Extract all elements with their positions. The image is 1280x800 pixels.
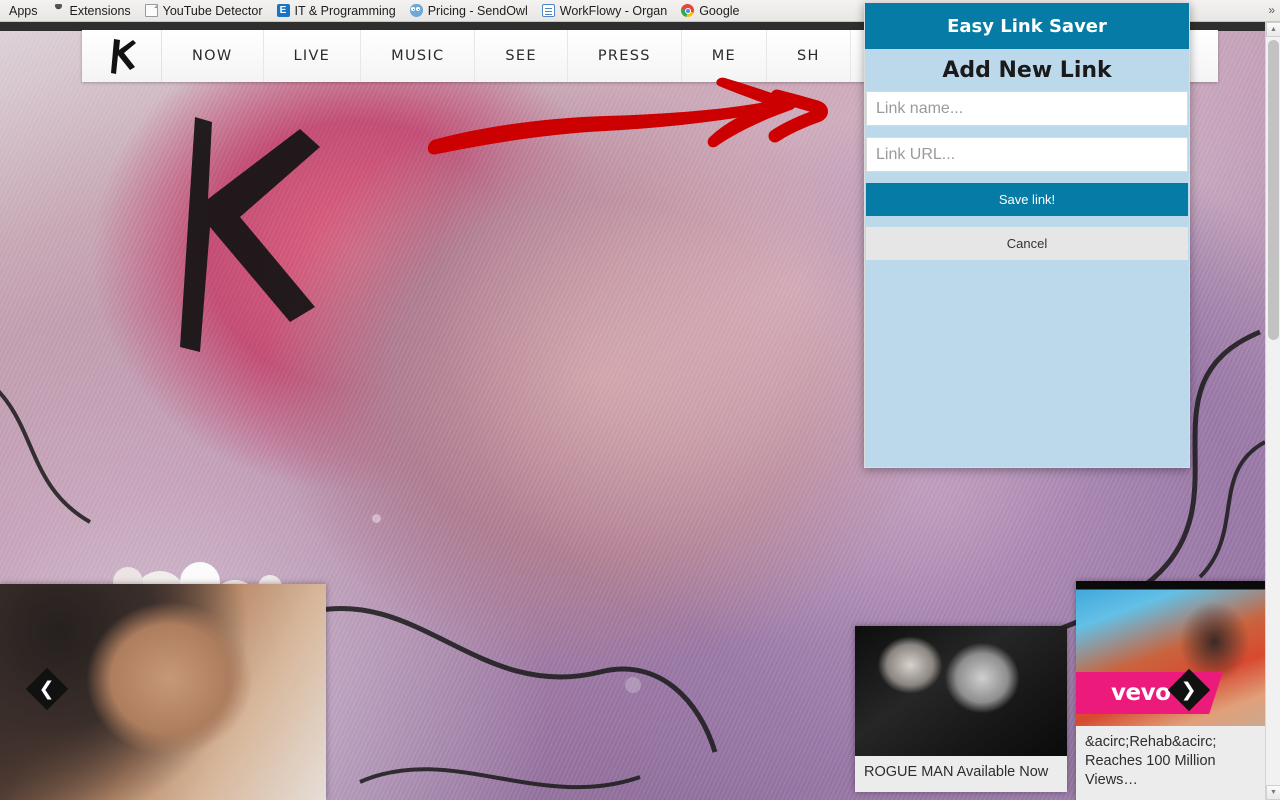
rihanna-logo-icon bbox=[110, 39, 136, 74]
thumbnail-caption: &acirc;Rehab&acirc; Reaches 100 Million … bbox=[1085, 734, 1217, 788]
bookmark-label: WorkFlowy - Organ bbox=[559, 3, 668, 18]
easy-link-saver-popup: Easy Link Saver Add New Link Save link! … bbox=[864, 2, 1190, 468]
link-url-input[interactable] bbox=[866, 137, 1188, 172]
nav-item-music[interactable]: MUSIC bbox=[361, 30, 476, 82]
bookmark-sendowl[interactable]: Pricing - SendOwl bbox=[403, 1, 535, 21]
evernote-tile-icon: E bbox=[276, 4, 290, 17]
puzzle-icon bbox=[51, 4, 65, 17]
nav-item-shop[interactable]: SH bbox=[767, 30, 851, 82]
list-tile-icon bbox=[541, 4, 555, 17]
bookmark-apps[interactable]: Apps bbox=[2, 1, 45, 21]
vevo-badge-label: vevo bbox=[1111, 680, 1171, 706]
bookmark-label: IT & Programming bbox=[294, 3, 396, 18]
bookmark-label: YouTube Detector bbox=[162, 3, 263, 18]
cancel-button[interactable]: Cancel bbox=[866, 227, 1188, 260]
chrome-icon bbox=[681, 4, 695, 17]
carousel-next-label: ❯ bbox=[1181, 678, 1197, 701]
site-logo[interactable] bbox=[82, 30, 162, 82]
document-icon bbox=[144, 4, 158, 17]
decorative-squiggle bbox=[309, 605, 718, 790]
bookmark-workflowy[interactable]: WorkFlowy - Organ bbox=[535, 1, 674, 21]
carousel-thumbnail-rogue-man[interactable]: ROGUE MAN Available Now bbox=[855, 626, 1067, 792]
link-name-input[interactable] bbox=[866, 91, 1188, 126]
screen: Apps Extensions YouTube Detector E IT & … bbox=[0, 0, 1280, 800]
nav-item-press[interactable]: PRESS bbox=[568, 30, 682, 82]
thumbnail-image bbox=[855, 626, 1067, 756]
bookmark-label: Extensions bbox=[69, 3, 131, 18]
thumbnail-image: vevo bbox=[1076, 581, 1268, 726]
rogue-man-photo bbox=[855, 626, 1067, 756]
decorative-squiggle bbox=[0, 390, 91, 524]
bookmark-google[interactable]: Google bbox=[674, 1, 746, 21]
rihanna-r-watermark bbox=[180, 117, 320, 352]
thumbnail-caption: ROGUE MAN Available Now bbox=[864, 764, 1049, 780]
bookmark-extensions[interactable]: Extensions bbox=[45, 1, 138, 21]
scroll-up-button[interactable]: ▲ bbox=[1266, 22, 1280, 37]
bookmark-label: Pricing - SendOwl bbox=[427, 3, 528, 18]
bookmark-youtube-detector[interactable]: YouTube Detector bbox=[138, 1, 270, 21]
nav-item-now[interactable]: NOW bbox=[162, 30, 264, 82]
popup-title: Easy Link Saver bbox=[865, 3, 1189, 49]
owl-icon bbox=[409, 4, 423, 17]
bookmarks-overflow-button[interactable]: » bbox=[1268, 3, 1275, 17]
nav-item-see[interactable]: SEE bbox=[475, 30, 568, 82]
nav-item-live[interactable]: LIVE bbox=[264, 30, 362, 82]
bookmark-it-programming[interactable]: E IT & Programming bbox=[270, 1, 403, 21]
popup-subtitle: Add New Link bbox=[942, 57, 1112, 83]
bokeh-dot bbox=[372, 514, 381, 523]
page-scrollbar[interactable]: ▲ ▼ bbox=[1265, 22, 1280, 800]
scrollbar-thumb[interactable] bbox=[1268, 40, 1279, 340]
carousel-prev-label: ❮ bbox=[39, 677, 55, 700]
bookmark-label: Google bbox=[699, 3, 740, 18]
nav-item-me[interactable]: ME bbox=[682, 30, 767, 82]
bookmark-label: Apps bbox=[9, 3, 38, 18]
save-link-button[interactable]: Save link! bbox=[866, 183, 1188, 216]
scroll-down-button[interactable]: ▼ bbox=[1266, 785, 1280, 800]
